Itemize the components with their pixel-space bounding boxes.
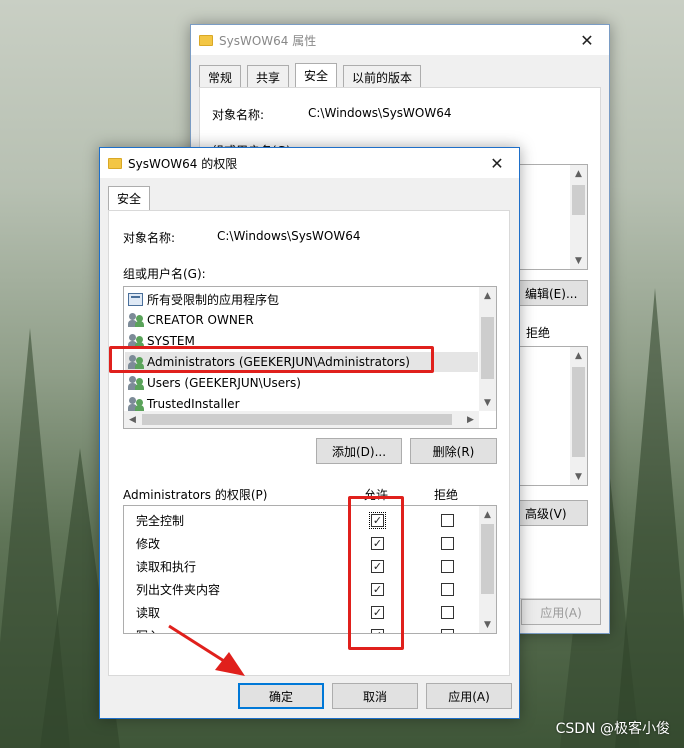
permission-row: 读取和执行 — [136, 555, 196, 577]
add-button[interactable]: 添加(D)... — [316, 438, 402, 464]
scroll-up-icon[interactable]: ▲ — [570, 347, 587, 364]
remove-button[interactable]: 删除(R) — [410, 438, 497, 464]
tab-previous-versions[interactable]: 以前的版本 — [343, 65, 422, 87]
object-name-value: C:\Windows\SysWOW64 — [308, 106, 452, 120]
deny-checkbox[interactable] — [441, 583, 454, 596]
permission-list[interactable]: ▲ ▼ — [516, 346, 588, 486]
object-name-value: C:\Windows\SysWOW64 — [217, 229, 361, 243]
cancel-button[interactable]: 取消 — [332, 683, 418, 709]
permission-list-scrollbar[interactable]: ▲ ▼ — [479, 506, 496, 633]
properties-title: SysWOW64 属性 — [219, 33, 317, 48]
scroll-thumb[interactable] — [142, 414, 452, 425]
list-item[interactable]: CREATOR OWNER — [128, 310, 254, 330]
permission-name: 完全控制 — [136, 513, 185, 528]
permission-list[interactable]: 完全控制 ✓ 修改 ✓ 读取和执行 ✓ 列出文件夹内容 ✓ 读取 ✓ 写入 ✓ … — [123, 505, 497, 634]
tab-sharing[interactable]: 共享 — [247, 65, 290, 87]
deny-checkbox[interactable] — [441, 629, 454, 633]
deny-checkbox[interactable] — [441, 537, 454, 550]
deny-column-header: 拒绝 — [434, 488, 459, 502]
object-name-label: 对象名称: — [212, 108, 265, 122]
user-list-hscrollbar[interactable]: ◀ ▶ — [124, 411, 479, 428]
scroll-thumb[interactable] — [572, 185, 585, 215]
folder-icon — [108, 157, 122, 169]
permissions-titlebar: SysWOW64 的权限 ✕ — [100, 148, 519, 178]
deny-checkbox[interactable] — [441, 560, 454, 573]
permission-row: 完全控制 — [136, 509, 184, 531]
permission-name: 写入 — [136, 627, 160, 634]
folder-icon — [199, 34, 213, 46]
advanced-button[interactable]: 高级(V) — [516, 500, 588, 526]
scroll-up-icon[interactable]: ▲ — [570, 165, 587, 182]
app-package-icon — [128, 292, 143, 306]
users-icon — [128, 313, 144, 327]
permissions-title: SysWOW64 的权限 — [128, 156, 238, 171]
group-list-scrollbar[interactable]: ▲ ▼ — [570, 165, 587, 269]
tab-security[interactable]: 安全 — [295, 63, 338, 87]
permission-row: 修改 — [136, 532, 160, 554]
group-list[interactable]: ▲ ▼ — [516, 164, 588, 270]
permission-name: 读取 — [136, 605, 161, 620]
highlight-box-administrators — [109, 346, 434, 373]
permission-name: 读取和执行 — [136, 559, 197, 574]
scroll-down-icon[interactable]: ▼ — [479, 394, 496, 411]
scroll-down-icon[interactable]: ▼ — [570, 468, 587, 485]
background-tree — [615, 288, 684, 748]
highlight-box-allow-column — [348, 496, 404, 650]
apply-button[interactable]: 应用(A) — [426, 683, 512, 709]
user-list-vscrollbar[interactable]: ▲ ▼ — [479, 287, 496, 411]
user-name: TrustedInstaller — [147, 397, 240, 411]
scroll-thumb[interactable] — [481, 524, 494, 594]
permissions-header: Administrators 的权限(P) — [123, 488, 268, 502]
scroll-down-icon[interactable]: ▼ — [479, 616, 496, 633]
properties-apply-button[interactable]: 应用(A) — [521, 599, 601, 625]
edit-button[interactable]: 编辑(E)... — [516, 280, 588, 306]
user-name: CREATOR OWNER — [147, 313, 254, 327]
object-name-label: 对象名称: — [123, 231, 176, 245]
scroll-thumb[interactable] — [572, 367, 585, 457]
list-item[interactable]: Users (GEEKERJUN\Users) — [128, 373, 301, 393]
group-label: 组或用户名(G): — [123, 267, 206, 281]
properties-close-button[interactable]: ✕ — [565, 25, 609, 55]
scroll-down-icon[interactable]: ▼ — [570, 252, 587, 269]
permission-name: 列出文件夹内容 — [136, 582, 221, 597]
scroll-left-icon[interactable]: ◀ — [124, 411, 141, 428]
deny-checkbox[interactable] — [441, 606, 454, 619]
watermark: CSDN @极客小俊 — [555, 721, 670, 737]
permission-row: 列出文件夹内容 — [136, 578, 220, 600]
user-name: Users (GEEKERJUN\Users) — [147, 376, 301, 390]
scroll-right-icon[interactable]: ▶ — [462, 411, 479, 428]
deny-checkbox[interactable] — [441, 514, 454, 527]
users-icon — [128, 376, 144, 390]
list-item[interactable]: 所有受限制的应用程序包 — [128, 289, 279, 309]
users-icon — [128, 397, 144, 411]
tab-general[interactable]: 常规 — [199, 65, 242, 87]
permission-row: 读取 — [136, 601, 160, 623]
scroll-up-icon[interactable]: ▲ — [479, 506, 496, 523]
permission-row: 写入 — [136, 624, 160, 634]
scroll-thumb[interactable] — [481, 317, 494, 379]
dialog-close-button[interactable]: ✕ — [475, 148, 519, 178]
security-panel: 对象名称: C:\Windows\SysWOW64 组或用户名(G): 所有受限… — [108, 210, 510, 676]
permission-list-scrollbar[interactable]: ▲ ▼ — [570, 347, 587, 485]
properties-titlebar: SysWOW64 属性 ✕ — [191, 25, 609, 55]
annotation-arrow-icon — [168, 624, 245, 676]
permission-name: 修改 — [136, 536, 161, 551]
user-name: 所有受限制的应用程序包 — [147, 292, 280, 307]
scroll-up-icon[interactable]: ▲ — [479, 287, 496, 304]
tab-security[interactable]: 安全 — [108, 186, 151, 210]
deny-label: 拒绝 — [526, 326, 551, 340]
